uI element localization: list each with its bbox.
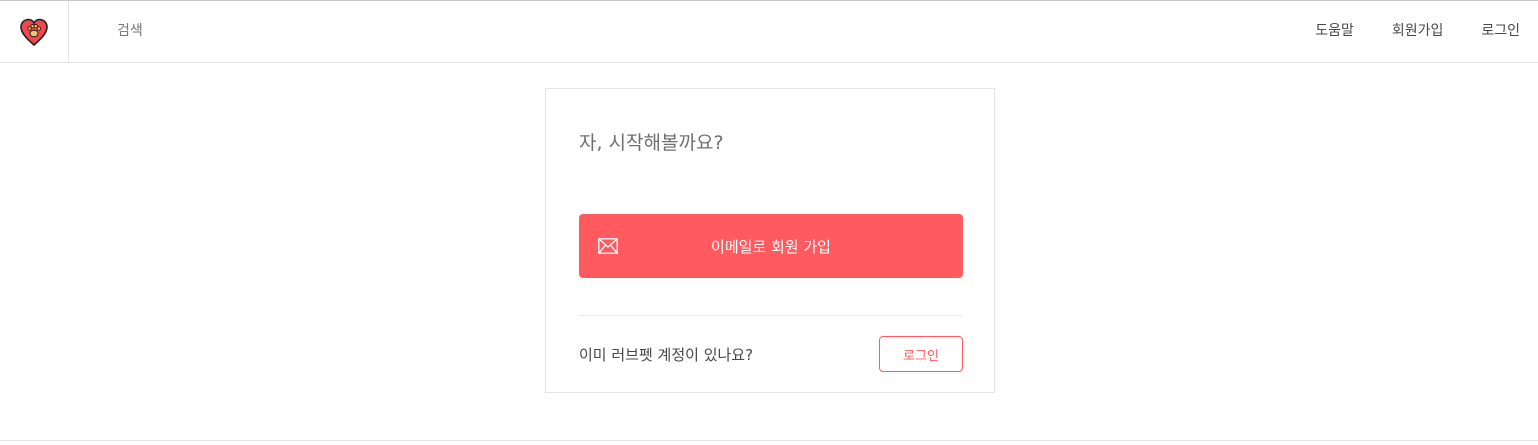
envelope-icon: [598, 238, 618, 254]
already-have-account-text: 이미 러브펫 계정이 있나요?: [579, 346, 754, 364]
logo-link[interactable]: [0, 1, 69, 62]
divider: [579, 315, 963, 316]
footer-divider: [0, 440, 1538, 441]
heart-paw-logo-icon: [18, 16, 50, 48]
search-link[interactable]: 검색: [117, 22, 143, 40]
nav-help-link[interactable]: 도움말: [1315, 22, 1354, 40]
top-header: 검색 도움말 회원가입 로그인: [0, 1, 1538, 63]
top-nav: 도움말 회원가입 로그인: [1315, 22, 1520, 40]
card-title: 자, 시작해볼까요?: [579, 132, 724, 154]
nav-signup-link[interactable]: 회원가입: [1392, 22, 1444, 40]
email-signup-button[interactable]: 이메일로 회원 가입: [579, 214, 963, 278]
email-signup-label: 이메일로 회원 가입: [711, 237, 831, 256]
login-button[interactable]: 로그인: [879, 336, 963, 372]
signup-card: 자, 시작해볼까요? 이메일로 회원 가입 이미 러브펫 계정이 있나요? 로그…: [545, 88, 995, 393]
nav-login-link[interactable]: 로그인: [1481, 22, 1520, 40]
